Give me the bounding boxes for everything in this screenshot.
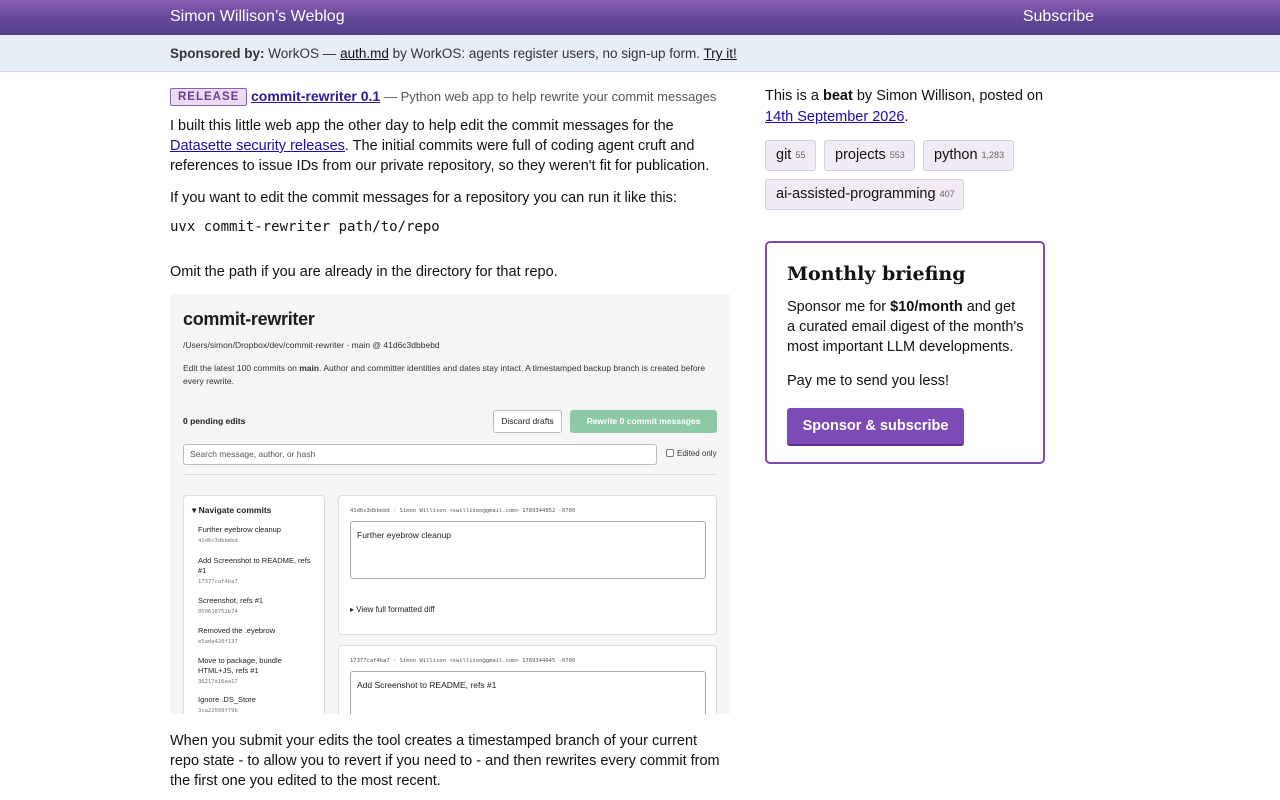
screenshot-pending-edits: 0 pending edits [183, 416, 246, 426]
nav-item-label: Move to package, bundle HTML+JS, refs #1 [198, 656, 282, 675]
paragraph-intro-text: I built this little web app the other da… [170, 118, 674, 134]
nav-item-hash: 3ca22099f79b [198, 708, 238, 714]
tag-name: git [776, 147, 792, 163]
checkbox-icon [666, 449, 674, 457]
sponsor-description: by WorkOS: agents register users, no sig… [392, 46, 700, 61]
sponsor-bar: Sponsored by: WorkOS — auth.md by WorkOS… [0, 35, 1280, 72]
screenshot-branch: main [299, 363, 320, 373]
sponsor-subscribe-button[interactable]: Sponsor & subscribe [787, 408, 964, 446]
monthly-briefing-box: Monthly briefing Sponsor me for $10/mont… [765, 241, 1045, 464]
sidebar: This is a beat by Simon Willison, posted… [765, 86, 1045, 464]
sponsor-auth-link[interactable]: auth.md [340, 46, 389, 61]
paragraph-submit: When you submit your edits the tool crea… [170, 733, 720, 789]
screenshot-app-title: commit-rewriter [183, 309, 315, 329]
commit-meta: 17377caf4ba7 · Simon Willison <swillison… [350, 658, 576, 664]
view-diff-toggle: ▸ View full formatted diff [350, 605, 435, 614]
tag-python[interactable]: python 1,283 [923, 140, 1014, 171]
sponsor-try-link[interactable]: Try it! [704, 46, 737, 61]
commit-message-textarea: Add Screenshot to README, refs #1 [350, 671, 706, 714]
nav-item-label: Ignore .DS_Store [198, 695, 256, 704]
tag-count: 553 [889, 150, 905, 160]
post-title-description: — Python web app to help rewrite your co… [384, 89, 717, 104]
commit-meta: 41d6c3dbbebd · Simon Willison <swillison… [350, 508, 576, 514]
post-content: RELEASE commit-rewriter 0.1 — Python web… [170, 86, 730, 789]
nav-item-hash: 050618752b74 [198, 609, 238, 615]
sponsor-message: Sponsored by: WorkOS — auth.md by WorkOS… [170, 46, 737, 61]
tag-projects[interactable]: projects 553 [824, 140, 915, 171]
beat-word: beat [823, 88, 853, 104]
briefing-text-a: Sponsor me for [787, 299, 891, 315]
subscribe-link[interactable]: Subscribe [1023, 8, 1094, 26]
commit-message-textarea: Further eyebrow cleanup [350, 521, 706, 579]
screenshot-desc-a: Edit the latest 100 commits on [183, 363, 300, 373]
briefing-text: Sponsor me for $10/month and get a curat… [787, 297, 1027, 357]
tag-name: ai-assisted-programming [776, 186, 936, 202]
datasette-security-link[interactable]: Datasette security releases [170, 138, 345, 154]
screenshot-edited-only-label: Edited only [677, 449, 717, 458]
screenshot-repo-path: /Users/simon/Dropbox/dev/commit-rewriter… [183, 340, 440, 350]
screenshot-nav-item: Removed the .eyebrow e5ada420f137 [198, 626, 318, 647]
briefing-price: $10/month [890, 299, 963, 315]
screenshot-commit-card: 41d6c3dbbebd · Simon Willison <swillison… [338, 495, 717, 635]
screenshot-nav-item: Ignore .DS_Store 3ca22099f79b [198, 695, 318, 714]
nav-item-label: Screenshot, refs #1 [198, 596, 264, 605]
screenshot-nav-item: Screenshot, refs #1 050618752b74 [198, 596, 318, 617]
screenshot-commit-card: 17377caf4ba7 · Simon Willison <swillison… [338, 645, 717, 714]
tag-count: 407 [939, 189, 955, 199]
tag-name: projects [835, 147, 886, 163]
screenshot-description: Edit the latest 100 commits on main. Aut… [183, 362, 718, 388]
site-header: Simon Willison’s Weblog Subscribe [0, 0, 1280, 35]
nav-item-label: Removed the .eyebrow [198, 626, 276, 635]
screenshot-rewrite-button: Rewrite 0 commit messages [570, 410, 717, 433]
briefing-title: Monthly briefing [787, 263, 966, 285]
beat-text-c: by Simon Willison, posted on [852, 88, 1044, 104]
screenshot-nav-panel: ▾ Navigate commits Further eyebrow clean… [183, 495, 325, 714]
screenshot-nav-item: Further eyebrow cleanup 41d6c3dbbebd [198, 525, 318, 546]
sponsor-label: Sponsored by: [170, 46, 265, 61]
beat-text-a: This is a [765, 88, 824, 104]
tag-name: python [934, 147, 978, 163]
tag-count: 1,283 [981, 150, 1005, 160]
paragraph-omit-path: Omit the path if you are already in the … [170, 264, 558, 280]
beat-period: . [904, 109, 909, 125]
screenshot-nav-item: Add Screenshot to README, refs #1 17377ca… [198, 556, 318, 587]
tag-ai-assisted-programming[interactable]: ai-assisted-programming 407 [765, 179, 964, 210]
screenshot-nav-heading: ▾ Navigate commits [192, 505, 272, 515]
nav-item-label: Add Screenshot to README, refs #1 [198, 556, 311, 575]
post-headline: RELEASE commit-rewriter 0.1 — Python web… [170, 86, 730, 106]
paragraph-usage: If you want to edit the commit messages … [170, 190, 677, 206]
app-screenshot: commit-rewriter /Users/simon/Dropbox/dev… [170, 294, 730, 714]
screenshot-nav-item: Move to package, bundle HTML+JS, refs #1… [198, 656, 318, 687]
briefing-tagline: Pay me to send you less! [787, 373, 949, 389]
release-badge: RELEASE [170, 88, 248, 106]
paragraph-intro: I built this little web app the other da… [170, 116, 730, 176]
site-title-link[interactable]: Simon Willison’s Weblog [170, 8, 345, 26]
beat-metadata: This is a beat by Simon Willison, posted… [765, 86, 1045, 128]
screenshot-edited-only-checkbox: Edited only [666, 449, 717, 458]
sponsor-name: WorkOS — [268, 46, 337, 61]
post-date-link[interactable]: 14th September 2026 [765, 109, 904, 125]
post-title-link[interactable]: commit-rewriter 0.1 [251, 88, 380, 104]
screenshot-divider [183, 474, 717, 475]
code-command: uvx commit-rewriter path/to/repo [170, 219, 440, 235]
nav-item-label: Further eyebrow cleanup [198, 525, 281, 534]
nav-item-hash: 36217a16ea17 [198, 679, 238, 685]
nav-item-hash: 17377caf4ba7 [198, 579, 238, 585]
nav-item-hash: e5ada420f137 [198, 639, 238, 645]
screenshot-discard-button: Discard drafts [493, 410, 562, 433]
screenshot-search-input: Search message, author, or hash [183, 444, 657, 465]
tag-count: 55 [795, 150, 806, 160]
tag-git[interactable]: git 55 [765, 140, 816, 171]
nav-item-hash: 41d6c3dbbebd [198, 538, 238, 544]
